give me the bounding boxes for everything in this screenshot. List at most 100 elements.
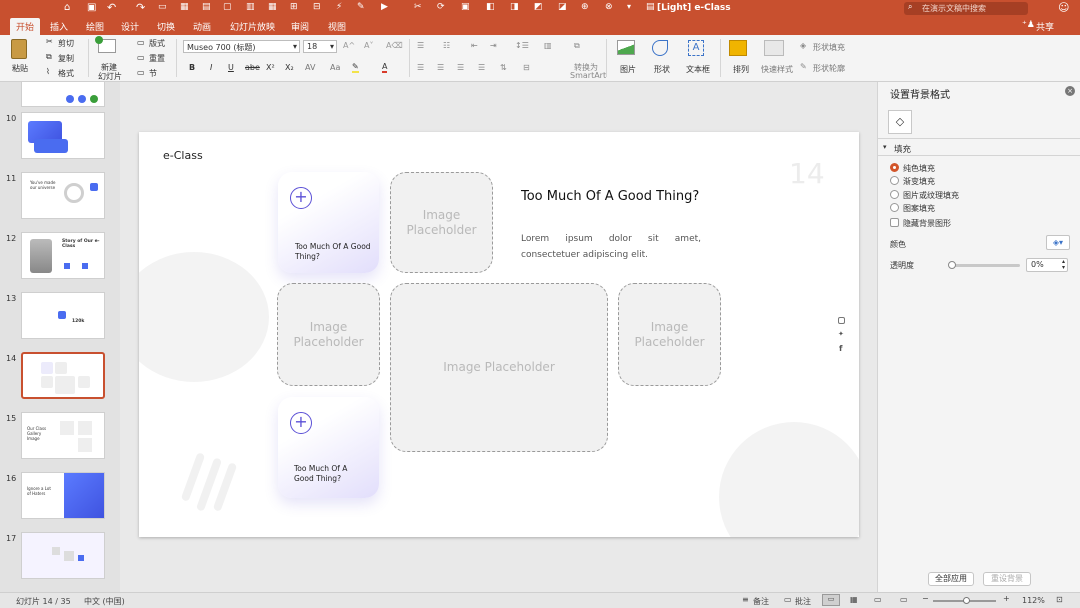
shape-outline-button[interactable]: 形状轮廓 xyxy=(813,63,845,74)
zoom-slider[interactable] xyxy=(933,597,996,604)
image-placeholder[interactable]: Image Placeholder xyxy=(277,283,380,386)
save-icon[interactable]: ▣ xyxy=(87,2,96,13)
image-placeholder[interactable]: Image Placeholder xyxy=(390,283,608,452)
italic-button[interactable]: I xyxy=(210,63,212,72)
char-spacing-icon[interactable]: AV xyxy=(305,63,315,72)
copy-button[interactable]: 复制 xyxy=(58,53,74,64)
add-icon[interactable]: + xyxy=(290,412,312,434)
superscript-button[interactable]: X² xyxy=(266,63,275,72)
slide-thumbnail[interactable] xyxy=(21,112,105,159)
radio-gradient-fill[interactable] xyxy=(890,176,899,185)
add-icon[interactable]: + xyxy=(290,187,312,209)
reset-icon[interactable]: ▭ xyxy=(137,53,145,62)
feature-card-bottom[interactable]: + Too Much Of A Good Thing? xyxy=(278,397,379,498)
strikethrough-button[interactable]: abe xyxy=(245,63,260,72)
apply-all-button[interactable]: 全部应用 xyxy=(928,572,974,586)
share-button[interactable]: 共享 xyxy=(1036,20,1054,33)
section-button[interactable]: 节 xyxy=(149,68,157,79)
section-icon[interactable]: ▭ xyxy=(137,68,145,77)
shape-fill-button[interactable]: 形状填充 xyxy=(813,42,845,53)
justify-icon[interactable]: ☰ xyxy=(478,63,485,72)
reset-button[interactable]: 重置 xyxy=(149,53,165,64)
scissors-icon[interactable]: ✂ xyxy=(46,37,53,46)
underline-button[interactable]: U xyxy=(228,63,234,72)
change-case-icon[interactable]: Aa xyxy=(330,63,340,72)
textbox-icon[interactable]: A xyxy=(688,40,704,56)
toolbar-icon[interactable]: ▣ xyxy=(461,2,470,12)
bullets-icon[interactable]: ☰ xyxy=(417,41,424,50)
grid-icon[interactable]: ▦ xyxy=(180,2,189,12)
tab-home[interactable]: 开始 xyxy=(10,18,41,35)
quick-styles-button[interactable]: 快速样式 xyxy=(761,64,793,75)
slide-thumbnail[interactable]: Story of Our e-Class xyxy=(21,232,105,279)
slide-thumbnail-active[interactable] xyxy=(21,352,105,399)
language-label[interactable]: 中文 (中国) xyxy=(84,596,125,607)
close-icon[interactable]: × xyxy=(1065,86,1075,96)
transparency-input[interactable]: 0% ▴ ▾ xyxy=(1026,258,1068,272)
present-icon[interactable]: ▭ xyxy=(158,2,167,12)
font-size-select[interactable]: 18 ▾ xyxy=(303,40,337,53)
image-placeholder[interactable]: Image Placeholder xyxy=(618,283,721,386)
picture-icon[interactable] xyxy=(617,40,635,55)
slider-thumb[interactable] xyxy=(948,261,956,269)
slide-thumbnails[interactable]: 10 11 You've made our universe 12 Story … xyxy=(0,82,120,592)
tab-slideshow[interactable]: 幻灯片放映 xyxy=(226,19,279,34)
transparency-slider[interactable] xyxy=(948,261,1020,269)
shape-fill-icon[interactable]: ◈ xyxy=(800,41,806,50)
arrange-button[interactable]: 排列 xyxy=(733,64,749,75)
chevron-down-icon[interactable]: ▾ xyxy=(883,143,887,151)
home-icon[interactable]: ⌂ xyxy=(64,2,70,13)
color-picker-button[interactable]: ◈▾ xyxy=(1046,235,1070,250)
shape-button[interactable]: 形状 xyxy=(654,64,670,75)
text-direction-icon[interactable]: ⇅ xyxy=(500,63,507,72)
slide-thumbnail[interactable]: Our Class Gallery Image xyxy=(21,412,105,459)
font-name-select[interactable]: Museo 700 (标题) ▾ xyxy=(183,40,300,53)
toolbar-icon[interactable]: ▢ xyxy=(223,2,232,12)
line-spacing-icon[interactable]: ↕☰ xyxy=(515,41,529,50)
toolbar-icon[interactable]: ▦ xyxy=(268,2,277,12)
radio-pattern-fill[interactable] xyxy=(890,203,899,212)
cut-button[interactable]: 剪切 xyxy=(58,38,74,49)
quick-styles-icon[interactable] xyxy=(764,40,784,56)
toolbar-icon[interactable]: ✎ xyxy=(357,2,365,12)
reading-view-icon[interactable]: ▭ xyxy=(874,595,882,604)
toolbar-icon[interactable]: ▤ xyxy=(202,2,211,12)
search-box[interactable]: ⌕ 在演示文稿中搜索 xyxy=(904,2,1028,15)
toolbar-icon[interactable]: ⊕ xyxy=(581,2,589,12)
comments-icon[interactable]: ▭ xyxy=(784,595,792,604)
chevron-down-icon[interactable]: ▾ xyxy=(627,2,631,11)
zoom-slider-thumb[interactable] xyxy=(963,597,970,604)
layout-icon[interactable]: ▭ xyxy=(137,38,145,47)
comments-button[interactable]: 批注 xyxy=(795,596,811,607)
arrange-icon[interactable] xyxy=(729,40,747,56)
shape-icon[interactable] xyxy=(652,40,668,56)
undo-icon[interactable]: ↶ xyxy=(107,1,116,14)
slide-heading[interactable]: Too Much Of A Good Thing? xyxy=(521,189,699,204)
stepper-icon[interactable]: ▴ ▾ xyxy=(1062,259,1065,271)
user-icon[interactable]: ☺ xyxy=(1058,1,1069,14)
tab-transitions[interactable]: 切换 xyxy=(153,19,179,34)
format-painter-button[interactable]: 格式 xyxy=(58,68,74,79)
toolbar-icon[interactable]: ⟳ xyxy=(437,2,445,12)
slide-thumbnail[interactable] xyxy=(21,82,105,107)
slide-thumbnail[interactable]: You've made our universe xyxy=(21,172,105,219)
font-color-icon[interactable]: A xyxy=(382,62,388,73)
bold-button[interactable]: B xyxy=(189,63,195,72)
toolbar-icon[interactable]: ⊞ xyxy=(290,2,298,12)
feature-card-top[interactable]: + Too Much Of A Good Thing? xyxy=(278,172,379,273)
normal-view-icon[interactable]: ▭ xyxy=(822,594,840,606)
slide-thumbnail[interactable] xyxy=(21,532,105,579)
clipboard-icon[interactable] xyxy=(11,39,27,59)
fill-tab-icon[interactable]: ◇ xyxy=(888,110,912,134)
copy-icon[interactable]: ⧉ xyxy=(46,52,52,62)
slide-thumbnail[interactable]: Ignore a Lot of Haters xyxy=(21,472,105,519)
picture-button[interactable]: 图片 xyxy=(620,64,636,75)
align-right-icon[interactable]: ☰ xyxy=(457,63,464,72)
tab-insert[interactable]: 插入 xyxy=(46,19,72,34)
toolbar-icon[interactable]: ✂ xyxy=(414,2,422,12)
toolbar-icon[interactable]: ◨ xyxy=(510,2,519,12)
numbering-icon[interactable]: ☷ xyxy=(443,41,450,50)
smartart-icon[interactable]: ⧉ xyxy=(574,41,580,51)
columns-icon[interactable]: ▥ xyxy=(544,41,552,50)
align-center-icon[interactable]: ☰ xyxy=(437,63,444,72)
